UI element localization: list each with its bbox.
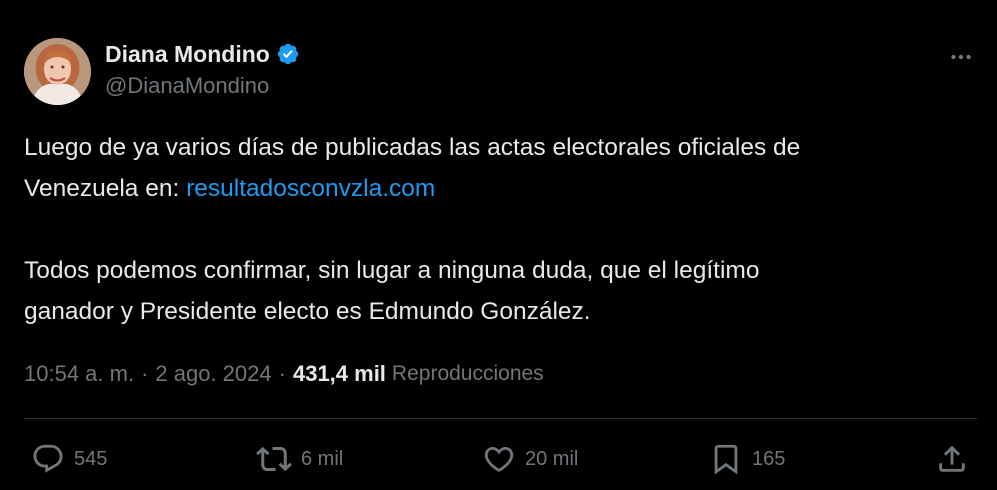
tweet-date[interactable]: 2 ago. 2024: [155, 361, 271, 387]
share-upload-icon: [939, 445, 965, 472]
tweet-line-1: Luego de ya varios días de publicadas la…: [24, 134, 801, 161]
tweet-meta: 10:54 a. m. · 2 ago. 2024 · 431,4 mil Re…: [24, 357, 544, 391]
reply-button[interactable]: 545: [31, 441, 107, 477]
author-handle[interactable]: @DianaMondino: [105, 73, 300, 99]
action-bar: 545 6 mil 20 mil 165: [0, 441, 997, 477]
repost-arrows-icon: [256, 446, 292, 472]
author-block: Diana Mondino @DianaMondino: [105, 40, 300, 99]
tweet-card: Diana Mondino @DianaMondino Luego de ya …: [0, 0, 997, 490]
verified-badge-icon[interactable]: [276, 42, 300, 66]
divider: [24, 418, 977, 419]
share-button[interactable]: [935, 441, 969, 477]
tweet-line-2: Venezuela en: resultadosconvzla.com: [24, 168, 974, 209]
bookmark-count: 165: [752, 447, 786, 470]
views-count[interactable]: 431,4 mil: [293, 361, 386, 387]
meta-separator: ·: [141, 361, 149, 386]
reply-count: 545: [74, 447, 108, 470]
tweet-line-2-prefix: Venezuela en:: [24, 175, 187, 202]
name-row: Diana Mondino: [105, 40, 300, 68]
views-label[interactable]: Reproducciones: [392, 362, 544, 386]
author-name[interactable]: Diana Mondino: [105, 41, 270, 68]
like-count: 20 mil: [525, 447, 579, 470]
tweet-line-3: Todos podemos confirmar, sin lugar a nin…: [24, 257, 760, 284]
avatar[interactable]: [24, 38, 91, 105]
repost-button[interactable]: 6 mil: [256, 441, 343, 477]
tweet-link[interactable]: resultadosconvzla.com: [186, 175, 435, 202]
tweet-line-4: ganador y Presidente electo es Edmundo G…: [24, 298, 591, 325]
bookmark-button[interactable]: 165: [709, 441, 785, 477]
like-button[interactable]: 20 mil: [482, 441, 578, 477]
tweet-time[interactable]: 10:54 a. m.: [24, 361, 134, 387]
repost-count: 6 mil: [301, 447, 344, 470]
reply-bubble-icon: [33, 444, 63, 473]
heart-icon: [484, 446, 514, 472]
tweet-text: Luego de ya varios días de publicadas la…: [24, 127, 974, 332]
bookmark-icon: [714, 444, 738, 475]
more-options-button[interactable]: [944, 40, 978, 74]
meta-separator: ·: [278, 361, 286, 386]
more-dots-icon: [951, 54, 971, 60]
avatar-image: [24, 38, 91, 105]
